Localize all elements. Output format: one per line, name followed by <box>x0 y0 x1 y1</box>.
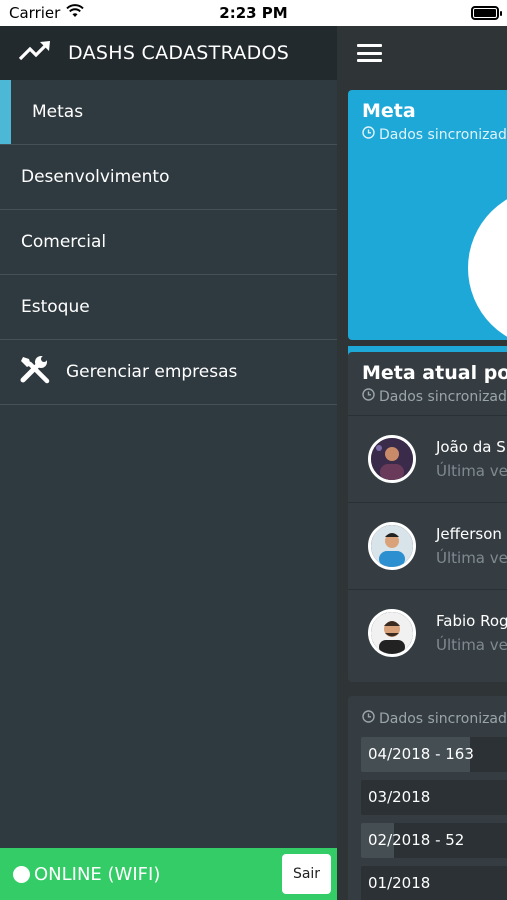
menu-item-gerenciar-empresas[interactable]: Gerenciar empresas <box>0 340 337 405</box>
clock-icon <box>362 126 375 143</box>
person-sub: Última venda <box>436 549 507 567</box>
connection-status: ONLINE (WIFI) <box>34 863 161 885</box>
meta-card-title: Meta <box>362 100 416 122</box>
person-name: Jefferson <box>436 525 502 543</box>
history-bar[interactable]: 03/2018 <box>361 780 507 815</box>
meta-card[interactable]: Meta Dados sincronizados <box>348 90 507 366</box>
list-item[interactable]: Fabio Rogério Última venda <box>348 589 507 676</box>
menu-item-label: Estoque <box>21 297 90 317</box>
hamburger-menu-icon[interactable] <box>357 44 382 62</box>
clock-icon <box>362 710 375 727</box>
menu-item-label: Gerenciar empresas <box>66 362 238 382</box>
navigation-drawer: DASHS CADASTRADOS Metas Desenvolvimento … <box>0 26 337 900</box>
menu-item-label: Metas <box>32 102 84 122</box>
drawer-title: DASHS CADASTRADOS <box>68 42 290 64</box>
avatar <box>368 435 416 483</box>
active-indicator <box>0 80 11 144</box>
history-bar-label: 02/2018 - 52 <box>368 831 465 849</box>
menu-item-estoque[interactable]: Estoque <box>0 275 337 340</box>
history-bar-label: 03/2018 <box>368 788 431 806</box>
menu-item-label: Desenvolvimento <box>21 167 170 187</box>
sync-text: Dados sincronizados <box>379 710 507 727</box>
person-name: João da Silva <box>436 438 507 456</box>
menu-item-desenvolvimento[interactable]: Desenvolvimento <box>0 145 337 210</box>
logout-button[interactable]: Sair <box>282 854 331 894</box>
main-content: Meta Dados sincronizados Meta atual por … <box>337 26 507 900</box>
menu-item-label: Comercial <box>21 232 107 252</box>
goal-card: Meta atual por vendedor Dados sincroniza… <box>348 352 507 682</box>
person-sub: Última venda <box>436 636 507 654</box>
trending-up-icon <box>18 40 52 66</box>
history-bar-label: 04/2018 - 163 <box>368 745 474 763</box>
list-item[interactable]: Jefferson Última venda <box>348 502 507 589</box>
clock-icon <box>362 388 375 405</box>
main-header <box>337 26 507 80</box>
menu-item-metas[interactable]: Metas <box>0 80 337 145</box>
history-card-sync: Dados sincronizados <box>362 710 507 727</box>
battery-icon <box>471 6 502 20</box>
drawer-header: DASHS CADASTRADOS <box>0 26 337 80</box>
menu-item-comercial[interactable]: Comercial <box>0 210 337 275</box>
avatar <box>368 609 416 657</box>
tools-icon <box>18 354 52 391</box>
goal-card-sync: Dados sincronizados <box>362 388 507 405</box>
status-time: 2:23 PM <box>219 4 288 22</box>
list-item[interactable]: João da Silva Última venda <box>348 415 507 502</box>
goal-card-title: Meta atual por vendedor <box>362 362 507 384</box>
history-card: Dados sincronizados 04/2018 - 163 03/201… <box>348 696 507 900</box>
person-name: Fabio Rogério <box>436 612 507 630</box>
history-card-header: Dados sincronizados <box>348 696 507 737</box>
sync-text: Dados sincronizados <box>379 126 507 143</box>
history-bar[interactable]: 04/2018 - 163 <box>361 737 507 772</box>
history-bar[interactable]: 01/2018 <box>361 866 507 900</box>
goal-card-header: Meta atual por vendedor Dados sincroniza… <box>348 352 507 415</box>
status-bar: Carrier 2:23 PM <box>0 0 507 26</box>
meta-gauge <box>468 188 507 348</box>
history-bar-label: 01/2018 <box>368 874 431 892</box>
connection-status-bar: ONLINE (WIFI) Sair <box>0 848 337 900</box>
online-dot-icon <box>13 865 30 883</box>
meta-card-sync: Dados sincronizados <box>362 126 507 143</box>
history-bars: 04/2018 - 163 03/2018 02/2018 - 52 01/20… <box>348 737 507 900</box>
person-sub: Última venda <box>436 462 507 480</box>
history-bar[interactable]: 02/2018 - 52 <box>361 823 507 858</box>
avatar <box>368 522 416 570</box>
sync-text: Dados sincronizados <box>379 388 507 405</box>
